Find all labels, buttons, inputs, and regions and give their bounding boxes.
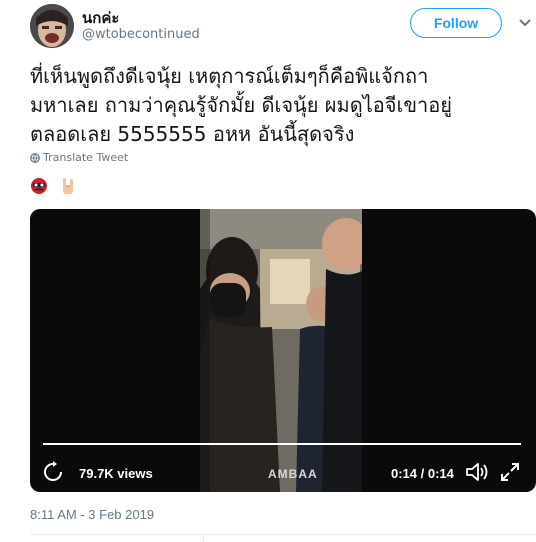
tweet-timestamp[interactable]: 8:11 AM - 3 Feb 2019 (30, 507, 154, 522)
divider-tick (203, 534, 204, 542)
chevron-down-icon[interactable] (519, 18, 531, 28)
follow-button[interactable]: Follow (410, 8, 502, 38)
tweet-text-line: ที่เห็นพูดถึงดีเจนุ้ย เหตุการณ์เต็มๆก็คื… (30, 64, 429, 88)
sign-of-horns-emoji-icon (63, 177, 74, 194)
video-player[interactable]: 79.7K views AMBAA 0:14 / 0:14 (30, 209, 536, 492)
fullscreen-icon[interactable] (499, 461, 521, 483)
video-watermark: AMBAA (268, 467, 318, 481)
red-mask-emoji-icon (31, 177, 47, 194)
replay-icon[interactable] (42, 461, 64, 483)
globe-icon (30, 153, 40, 164)
emoji-row (30, 175, 83, 195)
translate-label[interactable]: Translate Tweet (43, 151, 128, 164)
volume-icon[interactable] (465, 461, 489, 483)
tweet-text-line: มหาเลย ถามว่าคุณรู้จักมั้ย ดีเจนุ้ย ผมดู… (30, 93, 452, 117)
progress-bar[interactable] (43, 443, 521, 445)
video-frame[interactable] (200, 209, 362, 492)
progress-fill (43, 443, 521, 445)
divider (30, 534, 536, 535)
tweet-text-line: ตลอดเลย 5555555 อหห อันนี้สุดจริง (30, 122, 355, 146)
avatar[interactable] (30, 4, 74, 48)
user-handle[interactable]: @wtobecontinued (82, 27, 200, 42)
translate-tweet-link[interactable]: Translate Tweet (30, 151, 128, 164)
view-count: 79.7K views (79, 466, 153, 481)
tweet-header: นกค่ะ @wtobecontinued Follow (0, 0, 536, 56)
tweet-text: ที่เห็นพูดถึงดีเจนุ้ย เหตุการณ์เต็มๆก็คื… (30, 62, 530, 149)
video-time: 0:14 / 0:14 (391, 466, 454, 481)
